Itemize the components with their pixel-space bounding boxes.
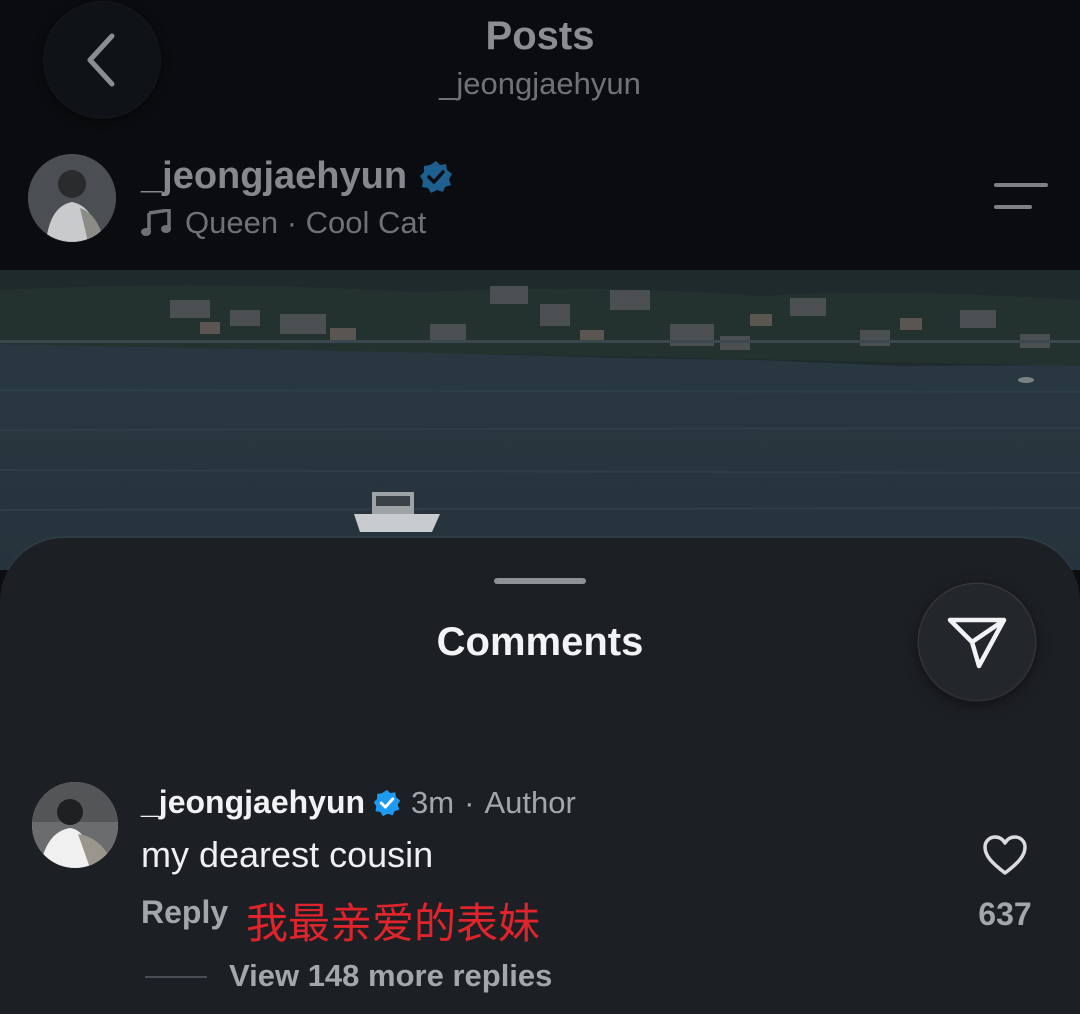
comment-text: my dearest cousin [141,834,434,875]
music-note-icon [141,209,171,236]
comments-title: Comments [436,620,644,664]
translation-overlay: 我最亲爱的表妹 [246,899,541,948]
comments-sheet: Comments _jeongjaehyun 3m · Author my de… [0,538,1080,1014]
top-header: Posts _jeongjaehyun _jeongjaehyun Queen … [0,0,1080,270]
instagram-post-screen: Posts _jeongjaehyun _jeongjaehyun Queen … [0,0,1080,1014]
share-button[interactable] [919,584,1035,700]
verified-badge-icon [420,160,453,193]
post-music-label: Queen · Cool Cat [185,205,427,240]
comment-header: _jeongjaehyun 3m · Author [141,784,576,821]
reply-button[interactable]: Reply [141,894,228,931]
comment-timestamp: 3m [411,784,455,820]
post-author-avatar[interactable] [28,154,116,242]
page-title: Posts [485,14,595,58]
send-icon [947,617,1007,669]
separator-dot: · [464,784,475,820]
comment-author-avatar[interactable] [32,782,118,868]
comment-username[interactable]: _jeongjaehyun [141,784,365,821]
post-author-row: _jeongjaehyun [141,155,453,198]
post-music-row[interactable]: Queen · Cool Cat [141,205,426,241]
post-author-username[interactable]: _jeongjaehyun [141,155,407,198]
like-count: 637 [978,896,1032,932]
menu-icon[interactable] [994,182,1048,210]
post-photo [0,270,1080,570]
page-subtitle: _jeongjaehyun [439,66,641,101]
replies-divider [145,976,207,978]
heart-icon[interactable] [982,834,1028,876]
drag-handle[interactable] [494,578,586,584]
view-replies-button[interactable]: View 148 more replies [229,958,552,994]
author-label: Author [484,784,576,820]
verified-badge-icon [373,789,401,816]
